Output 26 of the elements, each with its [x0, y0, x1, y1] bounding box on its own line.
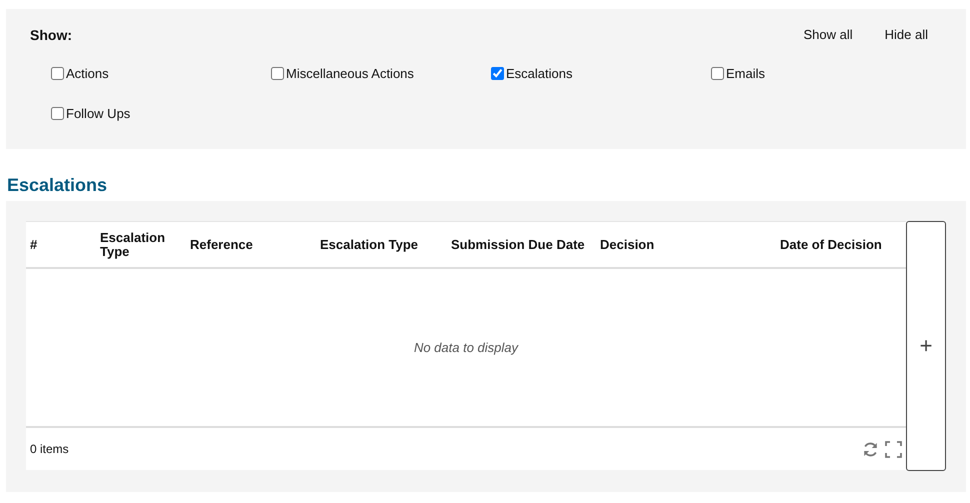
column-header[interactable]: Date of Decision: [780, 236, 882, 252]
column-header[interactable]: Submission Due Date: [451, 236, 585, 252]
column-header[interactable]: Reference: [190, 236, 253, 252]
empty-message: No data to display: [414, 340, 518, 355]
item-count: 0 items: [30, 442, 69, 456]
filter-link[interactable]: Hide all: [884, 27, 928, 42]
checkbox-label[interactable]: Escalations: [506, 66, 572, 80]
checkbox[interactable]: [491, 66, 504, 80]
add-button[interactable]: +: [906, 221, 946, 471]
section-title: Escalations: [7, 174, 108, 196]
column-header[interactable]: Escalation Type: [100, 230, 170, 258]
checkbox[interactable]: [51, 106, 64, 120]
filter-link[interactable]: Show all: [804, 27, 853, 42]
show-label: Show:: [30, 26, 72, 42]
column-header[interactable]: Escalation Type: [320, 236, 418, 252]
checkbox[interactable]: [711, 66, 724, 80]
checkbox-label[interactable]: Emails: [726, 66, 766, 80]
refresh-icon[interactable]: [862, 440, 879, 458]
checkbox-label[interactable]: Follow Ups: [66, 106, 130, 120]
column-header[interactable]: #: [30, 236, 38, 252]
checkbox[interactable]: [51, 66, 64, 80]
fullscreen-icon[interactable]: [885, 440, 902, 458]
column-header[interactable]: Decision: [600, 236, 654, 252]
checkbox-label[interactable]: Actions: [66, 66, 109, 80]
checkbox-label[interactable]: Miscellaneous Actions: [286, 66, 414, 80]
checkbox[interactable]: [271, 66, 284, 80]
